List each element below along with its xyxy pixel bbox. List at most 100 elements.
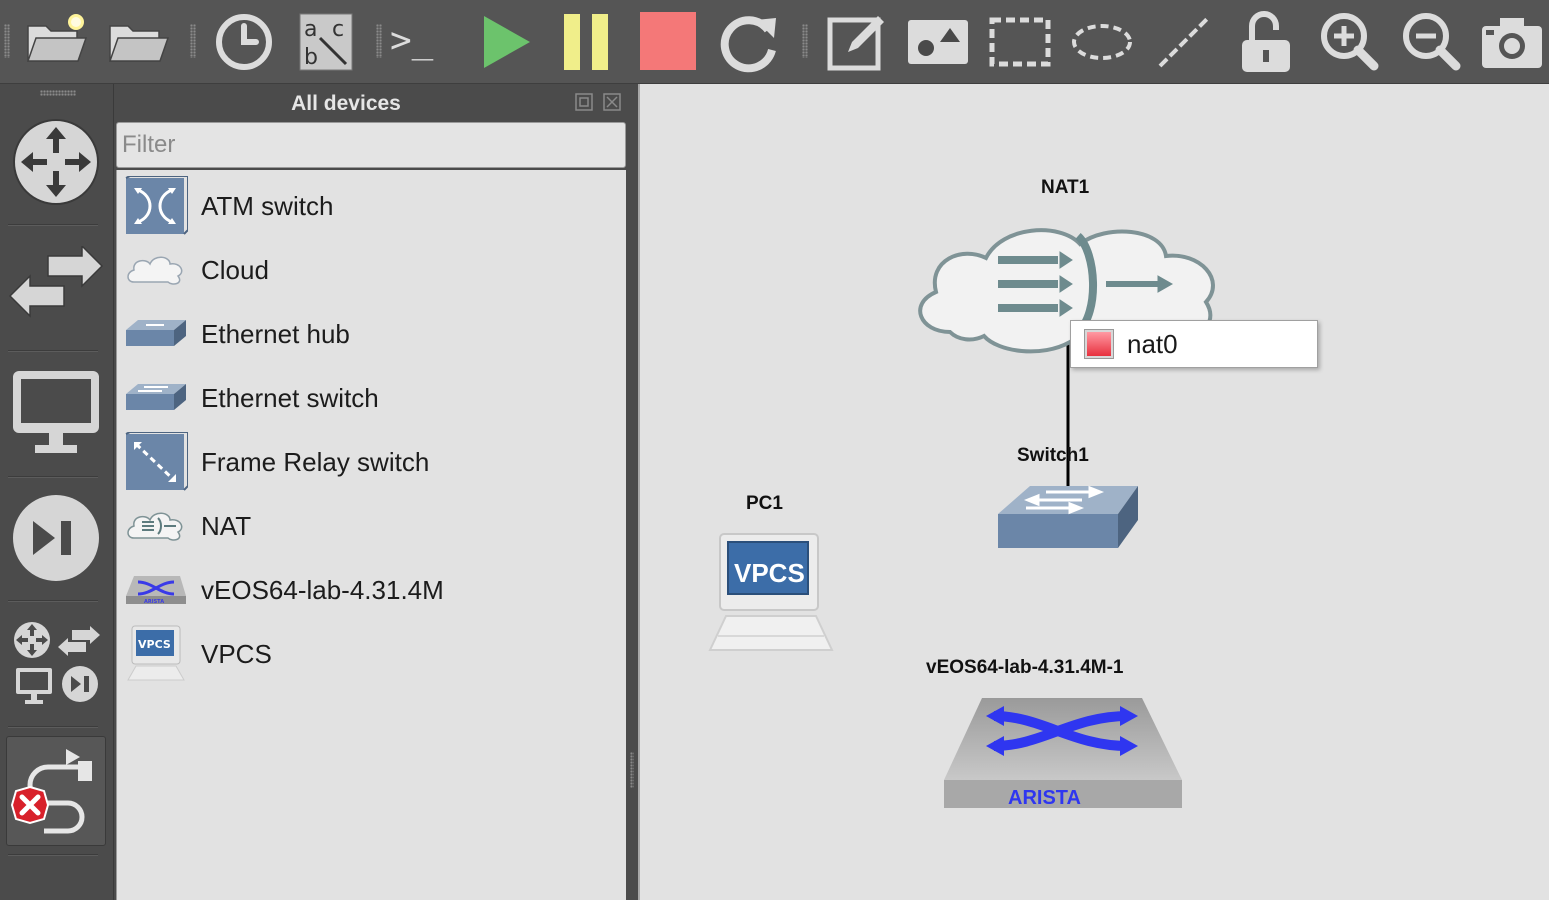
toolbar-grip[interactable]	[376, 24, 382, 58]
svg-text:VPCS: VPCS	[138, 638, 171, 651]
play-next-circle-icon	[13, 495, 99, 581]
monitor-icon	[13, 371, 99, 453]
list-item[interactable]: ATM switch	[117, 174, 625, 238]
screenshot-camera-icon	[1482, 18, 1542, 68]
add-note-icon	[827, 16, 884, 71]
float-panel-icon[interactable]	[574, 92, 594, 112]
draw-line-icon	[1158, 16, 1210, 68]
svg-text:VPCS: VPCS	[734, 558, 805, 588]
console-all-button[interactable]: >_	[388, 8, 456, 76]
svg-text:c: c	[332, 17, 344, 42]
insert-picture-button[interactable]	[904, 8, 972, 76]
router-icon	[13, 119, 99, 205]
devices-panel: All devices ATM switch	[114, 84, 632, 900]
dock-grip[interactable]	[40, 90, 76, 96]
toolbar-grip[interactable]	[4, 24, 10, 58]
new-project-button[interactable]	[22, 8, 90, 76]
ethernet-hub-icon	[126, 320, 186, 346]
device-list: ATM switch Cloud Ethernet hub Ethernet s…	[116, 170, 626, 900]
browse-switches-button[interactable]	[6, 240, 106, 332]
device-label: Cloud	[201, 254, 269, 285]
dock-separator	[8, 854, 98, 856]
node-label-pc1: PC1	[746, 493, 783, 514]
start-all-button[interactable]	[472, 8, 540, 76]
port-status-indicator	[1084, 329, 1114, 359]
cloud-icon	[127, 256, 183, 285]
nat-icon	[127, 512, 183, 541]
svg-text:b: b	[304, 45, 318, 70]
svg-text:ARISTA: ARISTA	[144, 599, 164, 605]
add-link-button[interactable]	[6, 736, 106, 846]
toolbar-grip[interactable]	[802, 24, 808, 58]
suspend-all-button[interactable]	[552, 8, 620, 76]
list-item[interactable]: ARISTA vEOS64-lab-4.31.4M	[117, 558, 625, 622]
dock-separator	[8, 600, 98, 602]
stop-all-icon	[640, 12, 696, 70]
screenshot-button[interactable]	[1478, 8, 1546, 76]
stop-all-button[interactable]	[634, 8, 702, 76]
add-note-button[interactable]	[822, 8, 890, 76]
show-interface-labels-button[interactable]: a c b	[292, 8, 360, 76]
draw-line-button[interactable]	[1150, 8, 1218, 76]
svg-text:a: a	[304, 17, 317, 42]
device-label: VPCS	[201, 638, 272, 669]
new-project-icon	[26, 14, 88, 62]
switch-arrows-icon	[8, 246, 104, 318]
list-item[interactable]: VPCS VPCS	[117, 622, 625, 686]
browse-end-devices-button[interactable]	[6, 364, 106, 460]
zoom-out-icon	[1403, 13, 1461, 71]
toolbar-grip[interactable]	[190, 24, 196, 58]
lock-button[interactable]	[1232, 8, 1300, 76]
reload-all-button[interactable]	[716, 8, 784, 76]
draw-rectangle-button[interactable]	[986, 8, 1054, 76]
snapshot-clock-icon	[216, 14, 272, 70]
port-tooltip: nat0	[1070, 320, 1318, 368]
list-item[interactable]: Ethernet hub	[117, 302, 625, 366]
browse-security-devices-button[interactable]	[6, 490, 106, 586]
list-item[interactable]: Cloud	[117, 238, 625, 302]
panel-splitter[interactable]	[626, 84, 638, 900]
frame-relay-switch-icon	[125, 432, 188, 491]
switch-node-icon[interactable]	[996, 484, 1140, 552]
main-toolbar: a c b >_	[0, 0, 1549, 84]
browse-routers-button[interactable]	[6, 114, 106, 210]
browse-all-devices-button[interactable]	[6, 612, 106, 712]
open-project-button[interactable]	[104, 8, 172, 76]
open-project-icon	[108, 25, 170, 62]
zoom-out-button[interactable]	[1396, 8, 1464, 76]
add-link-cancel-icon	[10, 749, 92, 834]
close-panel-icon[interactable]	[602, 92, 622, 112]
atm-switch-icon	[125, 176, 188, 235]
vpcs-node-icon[interactable]: VPCS	[706, 532, 836, 654]
lock-unlock-icon	[1242, 11, 1290, 72]
console-all-icon: >_	[390, 20, 434, 61]
svg-text:ARISTA: ARISTA	[1008, 787, 1081, 809]
reload-all-icon	[720, 16, 776, 73]
port-name: nat0	[1127, 328, 1178, 359]
filter-input[interactable]	[116, 122, 626, 168]
list-item[interactable]: Ethernet switch	[117, 366, 625, 430]
splitter-grip[interactable]	[630, 752, 634, 788]
panel-title: All devices	[291, 92, 401, 115]
arista-node-icon[interactable]: ARISTA	[942, 696, 1184, 810]
list-item[interactable]: Frame Relay switch	[117, 430, 625, 494]
topology-canvas[interactable]: NAT1 Switch1 PC1 VPCS vEOS64-lab-4.31.4M…	[638, 84, 1549, 900]
suspend-all-icon	[564, 14, 608, 70]
ethernet-switch-icon	[126, 384, 186, 410]
dock-separator	[8, 350, 98, 352]
node-label-veos: vEOS64-lab-4.31.4M-1	[926, 657, 1124, 678]
device-type-dock	[0, 84, 114, 900]
arista-veos-icon: ARISTA	[126, 576, 186, 605]
device-label: ATM switch	[201, 190, 334, 221]
draw-ellipse-button[interactable]	[1068, 8, 1136, 76]
start-all-icon	[484, 16, 530, 68]
device-label: Ethernet hub	[201, 318, 350, 349]
list-item[interactable]: NAT	[117, 494, 625, 558]
snapshot-button[interactable]	[210, 8, 278, 76]
dock-separator	[8, 224, 98, 226]
zoom-in-icon	[1321, 13, 1379, 71]
dock-separator	[8, 476, 98, 478]
all-devices-icon	[14, 622, 100, 704]
zoom-in-button[interactable]	[1314, 8, 1382, 76]
show-interface-labels-icon: a c b	[299, 13, 353, 71]
